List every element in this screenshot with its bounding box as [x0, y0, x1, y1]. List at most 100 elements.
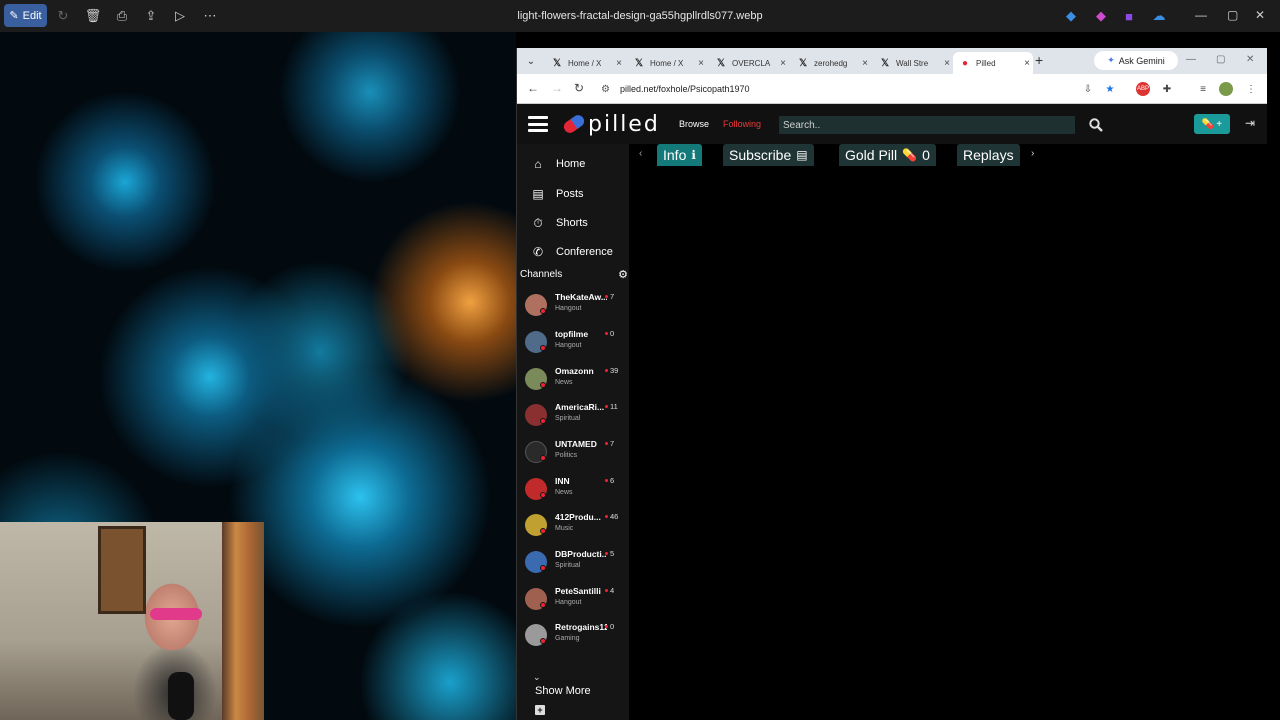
site-info-icon[interactable]: ⚙ [601, 84, 610, 95]
home-icon: ⌂ [534, 157, 542, 171]
sidebar-item-label: Home [556, 158, 586, 170]
viewer-count: 46 [605, 512, 627, 521]
channel-item-6[interactable]: 412Produ... 46 Music [525, 512, 625, 544]
back-icon[interactable]: ← [527, 81, 539, 95]
app-icon-3[interactable]: ■ [1120, 7, 1138, 25]
nav-browse-link[interactable]: Browse [679, 119, 709, 129]
bookmark-star-icon[interactable]: ★ [1103, 82, 1117, 96]
add-pill-button[interactable]: 💊 + [1194, 114, 1230, 134]
live-dot-icon [540, 455, 546, 461]
url-field[interactable]: ⚙ pilled.net/foxhole/Psicopath1970 [597, 78, 1077, 100]
browser-menu-icon[interactable]: ⋮ [1244, 82, 1258, 96]
tab-zerohedge[interactable]: 𝕏 zerohedg × [791, 52, 871, 74]
plus-icon: + [1216, 118, 1223, 130]
channel-name: UNTAMED [555, 439, 597, 449]
channel-category: Gaming [555, 635, 580, 642]
gemini-icon: ✦ [1107, 55, 1115, 65]
tab-close-icon[interactable]: × [613, 58, 625, 69]
address-bar: ← → ↻ ⚙ pilled.net/foxhole/Psicopath1970… [517, 74, 1267, 104]
pilled-icon: ● [961, 57, 969, 69]
install-app-icon[interactable]: ⇩ [1081, 82, 1095, 96]
extensions-icon[interactable]: ✚ [1160, 82, 1174, 96]
search-button[interactable] [1083, 116, 1109, 134]
reload-icon[interactable]: ↻ [574, 81, 584, 95]
channels-heading: Channels [520, 269, 563, 280]
viewer-count: 39 [605, 366, 627, 375]
ask-gemini-button[interactable]: ✦ Ask Gemini [1094, 51, 1178, 70]
tab-overcla[interactable]: 𝕏 OVERCLA × [709, 52, 789, 74]
channel-item-0[interactable]: TheKateAw... 7 Hangout [525, 292, 625, 324]
close-icon[interactable]: ✕ [1255, 8, 1265, 22]
tabs-scroll-right-icon[interactable]: › [1031, 148, 1034, 159]
tab-close-icon[interactable]: × [695, 58, 707, 69]
tab-close-icon[interactable]: × [941, 58, 953, 69]
channel-item-9[interactable]: Retrogains12 0 Gaming [525, 622, 625, 654]
search-input[interactable] [779, 116, 1075, 134]
channel-category: Hangout [555, 305, 582, 312]
maximize-icon[interactable]: ▢ [1227, 8, 1238, 22]
browser-close-icon[interactable]: ✕ [1246, 54, 1254, 65]
forward-icon[interactable]: → [551, 81, 563, 95]
tab-close-icon[interactable]: × [859, 58, 871, 69]
sidebar-item-label: Conference [556, 246, 613, 258]
channel-name: 412Produ... [555, 512, 601, 522]
tab-title: Home / X [568, 58, 602, 68]
sidebar-item-posts[interactable]: ▤ Posts [517, 182, 629, 206]
channel-item-4[interactable]: UNTAMED 7 Politics [525, 439, 625, 471]
sidebar-item-label: Posts [556, 188, 584, 200]
cloud-icon[interactable]: ☁ [1150, 7, 1168, 25]
app-icon-1[interactable]: ◆ [1062, 7, 1080, 25]
file-title: light-flowers-fractal-design-ga55hgpllrd… [517, 10, 763, 22]
tab-wall-street[interactable]: 𝕏 Wall Stre × [873, 52, 953, 74]
phone-icon: ✆ [532, 245, 544, 259]
tab-subscribe[interactable]: Subscribe ▤ [723, 144, 814, 166]
sidebar-item-home[interactable]: ⌂ Home [517, 152, 629, 176]
info-icon: ℹ [691, 148, 696, 162]
browser-maximize-icon[interactable]: ▢ [1216, 54, 1225, 65]
tab-home-x-2[interactable]: 𝕏 Home / X × [627, 52, 707, 74]
tab-pilled[interactable]: ● Pilled × [953, 52, 1033, 74]
channel-name: TheKateAw... [555, 292, 607, 302]
channel-item-7[interactable]: DBProducti... 5 Spiritual [525, 549, 625, 581]
tab-label: Subscribe [729, 147, 792, 163]
channel-item-2[interactable]: Omazonn 39 News [525, 366, 625, 398]
logout-icon[interactable]: ⇥ [1241, 114, 1259, 132]
channel-item-5[interactable]: INN 6 News [525, 476, 625, 508]
webcam-feed [0, 522, 264, 720]
channel-item-1[interactable]: topfilme 0 Hangout [525, 329, 625, 361]
nav-following-link[interactable]: Following [723, 119, 761, 129]
adblock-icon[interactable]: ABP [1136, 82, 1150, 96]
hamburger-menu-icon[interactable] [528, 116, 548, 132]
channel-item-3[interactable]: AmericaRi... 11 Spiritual [525, 402, 625, 434]
chevron-down-icon[interactable]: ⌄ [533, 672, 541, 683]
tab-close-icon[interactable]: × [1021, 58, 1033, 69]
tab-close-icon[interactable]: × [777, 58, 789, 69]
sidebar-item-conference[interactable]: ✆ Conference [517, 240, 629, 264]
tab-search-icon[interactable]: ⌄ [523, 53, 539, 69]
new-tab-icon[interactable]: + [1035, 52, 1043, 68]
tab-title: Wall Stre [896, 58, 929, 68]
channel-item-8[interactable]: PeteSantilli 4 Hangout [525, 586, 625, 618]
tab-replays[interactable]: Replays [957, 144, 1020, 166]
add-channel-icon[interactable]: + [535, 705, 545, 715]
profile-avatar-icon[interactable] [1219, 82, 1233, 96]
x-logo-icon: 𝕏 [634, 57, 644, 69]
channel-category: Hangout [555, 599, 582, 606]
viewer-count: 0 [605, 329, 627, 338]
show-more-button[interactable]: Show More [535, 685, 591, 697]
browser-window: ⌄ 𝕏 Home / X × 𝕏 Home / X × 𝕏 OVERCLA × … [516, 48, 1267, 720]
tab-home-x-1[interactable]: 𝕏 Home / X × [545, 52, 625, 74]
minimize-icon[interactable]: — [1195, 8, 1207, 22]
channel-category: Spiritual [555, 415, 581, 422]
pill-logo-icon [561, 112, 587, 136]
browser-minimize-icon[interactable]: — [1186, 54, 1196, 65]
tab-info[interactable]: Info ℹ [657, 144, 702, 166]
tab-gold-pill[interactable]: Gold Pill 💊 0 [839, 144, 936, 166]
app-icon-2[interactable]: ◆ [1092, 7, 1110, 25]
reading-list-icon[interactable]: ≡ [1196, 82, 1210, 96]
sidebar-item-shorts[interactable]: ⏱ Shorts [517, 211, 629, 235]
gear-icon[interactable]: ⚙ [618, 268, 628, 281]
pilled-logo[interactable]: pilled [561, 112, 660, 137]
tab-title: zerohedg [814, 58, 848, 68]
tabs-scroll-left-icon[interactable]: ‹ [639, 148, 642, 159]
